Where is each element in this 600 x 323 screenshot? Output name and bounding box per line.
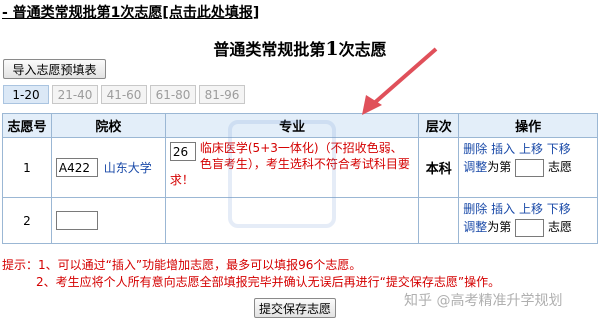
volunteer-table: 志愿号 院校 专业 层次 操作 1 山东大学 临床医学(5+3一体化)（不招收色…	[2, 113, 598, 244]
major-code-input[interactable]	[169, 142, 196, 161]
move-up-link[interactable]: 上移	[519, 142, 543, 156]
tip-line-2: 2、考生应将个人所有意向志愿全部填报完毕并确认无误后再进行“提交保存志愿”操作。	[36, 275, 501, 289]
header-volunteer-no: 志愿号	[2, 113, 52, 138]
delete-link[interactable]: 删除	[463, 202, 487, 216]
actions-cell: 删除 插入 上移 下移 调整为第 志愿	[458, 137, 598, 198]
adjust-position-input[interactable]	[515, 218, 545, 237]
header-school: 院校	[50, 113, 166, 138]
insert-link[interactable]: 插入	[491, 142, 515, 156]
school-cell	[50, 197, 166, 244]
adjust-link[interactable]: 调整	[463, 220, 487, 234]
major-cell	[164, 197, 420, 244]
school-code-input[interactable]	[55, 211, 98, 230]
tips-block: 提示：1、可以通过“插入”功能增加志愿，最多可以填报96个志愿。 2、考生应将个…	[2, 257, 500, 291]
adjust-unit-label: 志愿	[547, 160, 572, 174]
tab-81-96[interactable]: 81-96	[199, 85, 245, 104]
submit-save-button[interactable]: 提交保存志愿	[254, 298, 336, 318]
volunteer-number: 2	[2, 197, 52, 244]
zhihu-watermark: 知乎 @高考精准升学规划	[404, 293, 563, 309]
school-cell: 山东大学	[50, 137, 166, 198]
move-up-link[interactable]: 上移	[519, 202, 543, 216]
move-down-link[interactable]: 下移	[547, 142, 571, 156]
tab-1-20[interactable]: 1-20	[3, 85, 49, 104]
volunteer-number: 1	[2, 137, 52, 198]
tip-line-1: 提示：1、可以通过“插入”功能增加志愿，最多可以填报96个志愿。	[2, 258, 362, 272]
level-value: 本科	[418, 137, 460, 198]
table-header-row: 志愿号 院校 专业 层次 操作	[2, 113, 598, 138]
header-major: 专业	[164, 113, 420, 138]
actions-cell: 删除 插入 上移 下移 调整为第 志愿	[458, 197, 598, 244]
school-name: 山东大学	[103, 161, 152, 175]
tab-61-80[interactable]: 61-80	[150, 85, 196, 104]
adjust-position-input[interactable]	[515, 158, 545, 177]
insert-link[interactable]: 插入	[491, 202, 515, 216]
school-code-input[interactable]	[55, 158, 98, 177]
header-actions: 操作	[458, 113, 598, 138]
table-row: 2 删除 插入 上移 下移 调整为第 志愿	[2, 197, 598, 244]
page-title-prefix: 普通类常规批第	[213, 40, 326, 59]
major-cell: 临床医学(5+3一体化)（不招收色弱、色盲考生），考生选科不符合考试科目要求！	[164, 137, 420, 198]
page-title-number: 1	[325, 38, 339, 60]
page-tabs: 1-20 21-40 41-60 61-80 81-96	[3, 85, 245, 104]
table-row: 1 山东大学 临床医学(5+3一体化)（不招收色弱、色盲考生），考生选科不符合考…	[2, 137, 598, 198]
page-title: 普通类常规批第1次志愿	[0, 36, 600, 60]
adjust-to-label: 为第	[487, 160, 512, 174]
adjust-unit-label: 志愿	[547, 220, 572, 234]
tab-41-60[interactable]: 41-60	[101, 85, 147, 104]
header-level: 层次	[418, 113, 460, 138]
adjust-link[interactable]: 调整	[463, 160, 487, 174]
move-down-link[interactable]: 下移	[547, 202, 571, 216]
adjust-to-label: 为第	[487, 220, 512, 234]
fill-volunteer-link[interactable]: - 普通类常规批第1次志愿[点击此处填报]	[2, 2, 259, 22]
delete-link[interactable]: 删除	[463, 142, 487, 156]
tab-21-40[interactable]: 21-40	[52, 85, 98, 104]
page-title-suffix: 次志愿	[338, 40, 387, 59]
import-prefill-button[interactable]: 导入志愿预填表	[3, 59, 106, 79]
level-value	[418, 197, 460, 244]
